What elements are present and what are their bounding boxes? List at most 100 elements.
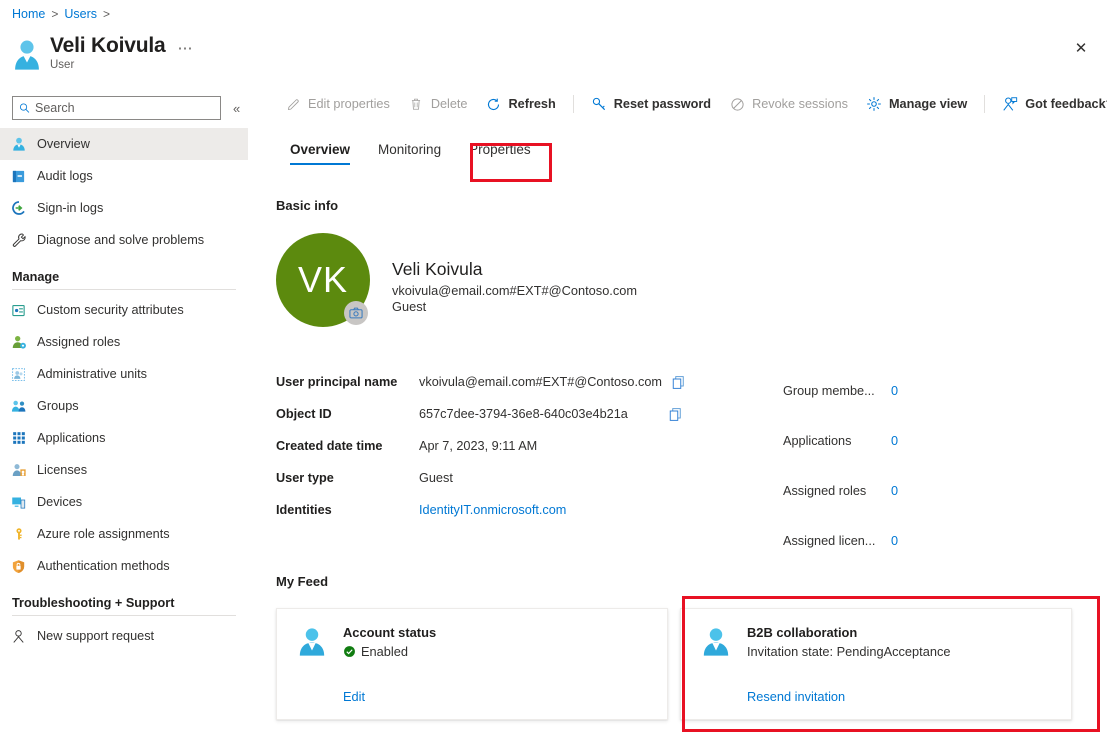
resource-subtitle: User — [50, 59, 75, 71]
profile-name: Veli Koivula — [392, 259, 483, 279]
property-row: Group membe... 0 — [783, 366, 1107, 416]
property-value-link[interactable]: IdentityIT.onmicrosoft.com — [419, 503, 566, 517]
reset-password-button[interactable]: Reset password — [582, 89, 720, 119]
tab-overview[interactable]: Overview — [276, 136, 364, 167]
card-title: Account status — [343, 625, 437, 640]
property-row: Assigned licen... 0 — [783, 516, 1107, 566]
breadcrumb-separator: > — [51, 7, 59, 21]
sidebar-item-label: Authentication methods — [37, 559, 170, 573]
properties-right-column: Group membe... 0 Applications 0 Assigned… — [783, 366, 1107, 566]
edit-link[interactable]: Edit — [343, 689, 365, 704]
card-status-label: Enabled — [361, 644, 408, 659]
sidebar-item-azure-role-assignments[interactable]: Azure role assignments — [0, 518, 248, 550]
breadcrumb-item-home[interactable]: Home — [12, 7, 45, 21]
property-value-link[interactable]: 0 — [891, 434, 898, 448]
section-title-basic-info: Basic info — [276, 198, 339, 213]
resource-header: Veli Koivula ⋯ User — [12, 34, 193, 72]
sidebar-item-label: Diagnose and solve problems — [37, 233, 205, 247]
sidebar-item-groups[interactable]: Groups — [0, 390, 248, 422]
property-value-link[interactable]: 0 — [891, 534, 898, 548]
sidebar-item-assigned-roles[interactable]: Assigned roles — [0, 326, 248, 358]
property-key: Identities — [276, 503, 332, 517]
got-feedback-button[interactable]: Got feedback? — [993, 89, 1107, 119]
refresh-button[interactable]: Refresh — [477, 89, 565, 119]
double-chevron-left-icon[interactable]: « — [233, 101, 240, 116]
account-status-card[interactable]: Account status Enabled Edit — [276, 608, 668, 720]
sidebar-item-authentication-methods[interactable]: Authentication methods — [0, 550, 248, 582]
property-value: Apr 7, 2023, 9:11 AM — [419, 439, 538, 453]
sidebar-item-licenses[interactable]: Licenses — [0, 454, 248, 486]
delete-button[interactable]: Delete — [399, 89, 477, 119]
divider — [984, 95, 986, 113]
gear-icon — [866, 96, 882, 112]
more-options-icon[interactable]: ⋯ — [177, 38, 193, 56]
search-input-wrapper[interactable] — [12, 96, 221, 120]
sidebar-item-custom-security-attributes[interactable]: Custom security attributes — [0, 294, 248, 326]
sidebar-item-label: Custom security attributes — [37, 303, 184, 317]
command-label: Edit properties — [308, 97, 390, 111]
property-value: Guest — [419, 471, 453, 485]
property-value: vkoivula@email.com#EXT#@Contoso.com — [419, 375, 662, 389]
sidebar-item-applications[interactable]: Applications — [0, 422, 248, 454]
property-value-link[interactable]: 0 — [891, 484, 898, 498]
search-row: « — [12, 96, 240, 120]
sidebar-item-devices[interactable]: Devices — [0, 486, 248, 518]
page-title: Veli Koivula — [50, 34, 166, 57]
sidebar-item-new-support-request[interactable]: New support request — [0, 620, 248, 652]
assigned-roles-icon — [10, 334, 27, 351]
search-input[interactable] — [35, 101, 214, 115]
command-label: Got feedback? — [1025, 97, 1107, 111]
sidebar-item-audit-logs[interactable]: Audit logs — [0, 160, 248, 192]
card-status: Invitation state: PendingAcceptance — [747, 644, 950, 659]
user-icon — [10, 136, 27, 153]
section-title-my-feed: My Feed — [276, 574, 329, 589]
command-label: Reset password — [613, 97, 712, 111]
camera-icon[interactable] — [344, 301, 368, 325]
revoke-sessions-button[interactable]: Revoke sessions — [720, 89, 857, 119]
sidebar-item-label: Administrative units — [37, 367, 147, 381]
tab-monitoring[interactable]: Monitoring — [364, 136, 455, 167]
sidebar-item-label: Applications — [37, 431, 106, 445]
tab-properties[interactable]: Properties — [455, 136, 545, 167]
sidebar-item-label: Licenses — [37, 463, 88, 477]
property-key: User principal name — [276, 375, 398, 389]
profile-email: vkoivula@email.com#EXT#@Contoso.com — [392, 283, 638, 298]
property-key: Assigned roles — [783, 484, 867, 498]
property-key: Assigned licen... — [783, 534, 876, 548]
main-content: Edit properties Delete Refresh Reset pas… — [260, 28, 1107, 733]
sidebar-item-administrative-units[interactable]: Administrative units — [0, 358, 248, 390]
property-key: Group membe... — [783, 384, 875, 398]
copy-icon[interactable] — [671, 375, 686, 390]
user-avatar-icon — [295, 625, 329, 659]
sidebar-group-manage: Manage — [12, 270, 60, 284]
sidebar-item-diagnose-and-solve-problems[interactable]: Diagnose and solve problems — [0, 224, 248, 256]
sidebar-item-overview[interactable]: Overview — [0, 128, 248, 160]
property-key: Object ID — [276, 407, 332, 421]
property-key: User type — [276, 471, 334, 485]
resend-invitation-link[interactable]: Resend invitation — [747, 689, 845, 704]
property-key: Created date time — [276, 439, 383, 453]
edit-properties-button[interactable]: Edit properties — [276, 89, 399, 119]
copy-icon[interactable] — [668, 407, 683, 422]
property-value: 657c7dee-3794-36e8-640c03e4b21a — [419, 407, 628, 421]
property-row: Assigned roles 0 — [783, 466, 1107, 516]
property-row: User type Guest — [276, 462, 706, 494]
sidebar-item-label: Audit logs — [37, 169, 93, 183]
sidebar-group-troubleshooting-support: Troubleshooting + Support — [12, 596, 175, 610]
manage-view-button[interactable]: Manage view — [857, 89, 976, 119]
sidebar-item-sign-in-logs[interactable]: Sign-in logs — [0, 192, 248, 224]
support-person-icon — [10, 628, 27, 645]
sidebar-item-label: Devices — [37, 495, 83, 509]
refresh-icon — [486, 96, 502, 112]
property-row: User principal name vkoivula@email.com#E… — [276, 366, 706, 398]
b2b-collaboration-card[interactable]: B2B collaboration Invitation state: Pend… — [680, 608, 1072, 720]
avatar: VK — [276, 233, 370, 327]
property-value-link[interactable]: 0 — [891, 384, 898, 398]
sidebar-item-label: Sign-in logs — [37, 201, 104, 215]
tab-label: Overview — [290, 142, 351, 157]
azure-portal-user-overview: Home > Users > ✕ Veli Koivula ⋯ User Sea… — [0, 0, 1107, 733]
trash-icon — [408, 96, 424, 112]
breadcrumb-item-users[interactable]: Users — [64, 7, 97, 21]
sidebar-nav: Overview Audit logs Sign-in logs Diagnos… — [0, 128, 248, 652]
